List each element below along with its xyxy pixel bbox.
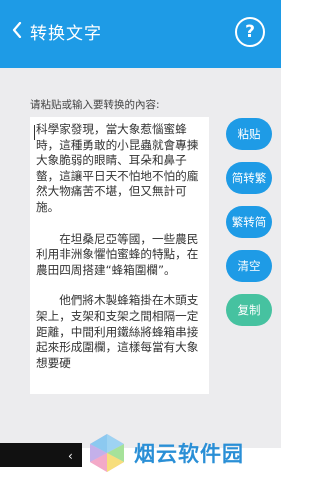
action-buttons: 粘贴 简转繁 繁转简 清空 复制 — [226, 118, 272, 338]
back-arrow-icon[interactable] — [12, 22, 22, 38]
help-icon[interactable]: ? — [235, 17, 265, 47]
traditional-to-simplified-button[interactable]: 繁转简 — [226, 206, 272, 238]
page-title: 转换文字 — [30, 24, 102, 44]
watermark-logo-icon — [90, 434, 124, 472]
paste-button[interactable]: 粘贴 — [226, 118, 272, 150]
paragraph-1: 科學家發現，當大象惹惱蜜蜂時，這種勇敢的小昆蟲就會專揀大象脆弱的眼睛、耳朵和鼻子… — [36, 122, 199, 214]
input-prompt-label: 请粘贴或输入要转换的內容: — [30, 99, 160, 111]
keyboard-bar: ‹ — [0, 443, 82, 467]
app-header: 转换文字 ? — [0, 0, 281, 68]
left-arrow-icon[interactable]: ‹ — [68, 449, 73, 463]
watermark-text: 烟云软件园 — [134, 442, 244, 466]
clear-button[interactable]: 清空 — [226, 250, 272, 282]
simplified-to-traditional-button[interactable]: 简转繁 — [226, 162, 272, 194]
copy-button[interactable]: 复制 — [226, 294, 272, 326]
text-cursor — [34, 125, 35, 140]
paragraph-3: 他們將木製蜂箱掛在木頭支架上，支架和支架之間相隔一定距離，中間利用鐵絲將蜂箱串接… — [36, 293, 199, 370]
watermark: 烟云软件园 — [86, 432, 281, 492]
main-panel: 请粘贴或输入要转换的內容: 科學家發現，當大象惹惱蜜蜂時，這種勇敢的小昆蟲就會專… — [0, 68, 281, 448]
text-content: 科學家發現，當大象惹惱蜜蜂時，這種勇敢的小昆蟲就會專揀大象脆弱的眼睛、耳朵和鼻子… — [30, 117, 209, 371]
text-input-area[interactable]: 科學家發現，當大象惹惱蜜蜂時，這種勇敢的小昆蟲就會專揀大象脆弱的眼睛、耳朵和鼻子… — [30, 117, 209, 394]
paragraph-2: 在坦桑尼亞等國，一些農民利用非洲象懼怕蜜蜂的特點，在農田四周搭建“蜂箱圍欄”。 — [36, 231, 199, 277]
